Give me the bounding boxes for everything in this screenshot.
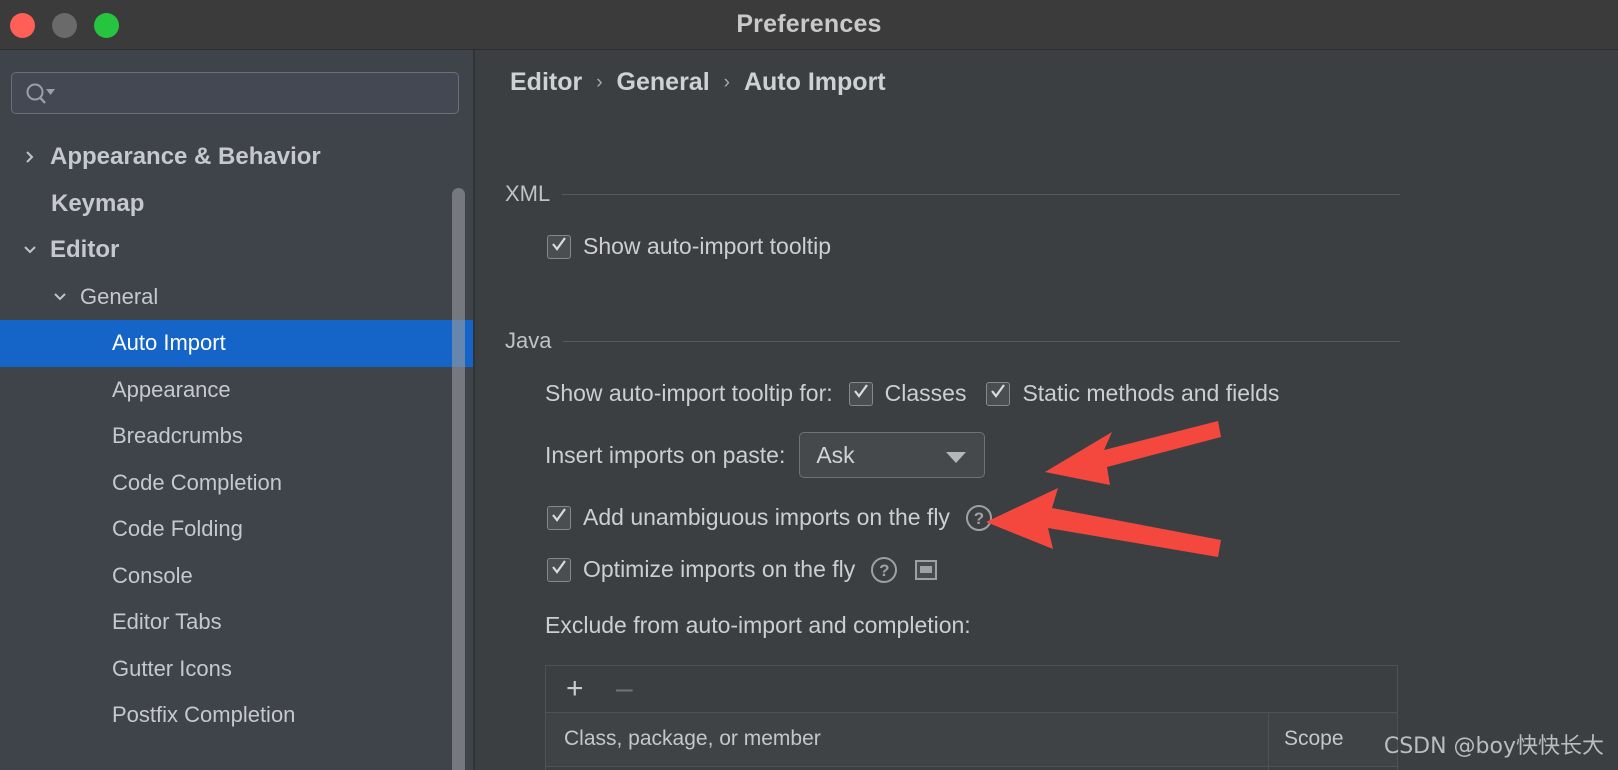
sidebar-scrollbar[interactable] xyxy=(452,188,465,770)
sidebar-item-label: Editor xyxy=(50,236,120,264)
field-label: Insert imports on paste: xyxy=(545,441,786,468)
field-label: Show auto-import tooltip for: xyxy=(545,380,833,406)
sidebar-item-console[interactable]: Console xyxy=(0,553,473,600)
optimize-imports-settings-icon[interactable] xyxy=(915,559,938,580)
exclude-table: + – Class, package, or member Scope xyxy=(545,665,1398,770)
sidebar-item-label: Code Folding xyxy=(112,516,243,542)
row-insert-imports-on-paste: Insert imports on paste: Ask xyxy=(545,432,986,478)
breadcrumb-editor[interactable]: Editor xyxy=(510,68,582,97)
title-bar: Preferences xyxy=(0,0,1618,50)
chevron-down-icon[interactable] xyxy=(22,242,50,258)
sidebar-item-label: Editor Tabs xyxy=(112,609,222,635)
checkbox-label: Optimize imports on the fly xyxy=(583,556,856,582)
chevron-down-icon xyxy=(946,452,967,463)
exclude-list-label: Exclude from auto-import and completion: xyxy=(545,612,971,638)
search-icon xyxy=(24,82,58,106)
sidebar-item-label: Gutter Icons xyxy=(112,655,232,681)
sidebar-item-code-completion[interactable]: Code Completion xyxy=(0,460,473,507)
section-title: Java xyxy=(505,328,552,353)
checkbox-optimize-imports[interactable]: Optimize imports on the fly ? xyxy=(547,556,938,583)
window-title: Preferences xyxy=(736,10,882,38)
sidebar-item-label: Keymap xyxy=(51,189,145,217)
watermark: CSDN @boy快快长大 xyxy=(1383,734,1604,759)
preferences-window: Preferences Appearance & Behavior Keymap… xyxy=(0,0,1618,770)
sidebar-item-keymap[interactable]: Keymap xyxy=(0,181,473,228)
optimize-imports-help-icon[interactable]: ? xyxy=(871,556,898,583)
chevron-right-icon: › xyxy=(723,71,730,93)
sidebar-item-breadcrumbs[interactable]: Breadcrumbs xyxy=(0,413,473,460)
checkbox-label: Add unambiguous imports on the fly xyxy=(583,504,950,530)
add-row-button[interactable]: + xyxy=(566,674,584,704)
breadcrumb-auto-import: Auto Import xyxy=(743,68,886,96)
sidebar-item-auto-import[interactable]: Auto Import xyxy=(0,320,473,367)
exclude-table-toolbar: + – xyxy=(546,666,1397,713)
sidebar-item-label: Appearance & Behavior xyxy=(50,143,321,171)
section-title: XML xyxy=(505,181,551,206)
add-unambiguous-help-icon[interactable]: ? xyxy=(965,504,992,531)
section-divider xyxy=(562,193,1400,195)
row-show-auto-import-tooltip-for: Show auto-import tooltip for: Classes St… xyxy=(545,380,1279,407)
checkbox-add-unambiguous-imports[interactable]: Add unambiguous imports on the fly ? xyxy=(547,504,992,531)
column-header-class-package-member[interactable]: Class, package, or member xyxy=(564,727,821,751)
column-divider[interactable] xyxy=(1268,713,1269,766)
column-header-scope[interactable]: Scope xyxy=(1284,727,1344,751)
settings-detail-panel: Editor › General › Auto Import XML Show … xyxy=(477,50,1618,770)
sidebar-item-code-folding[interactable]: Code Folding xyxy=(0,506,473,553)
checkbox-static-methods-label[interactable]: Static methods and fields xyxy=(1022,380,1279,407)
breadcrumb: Editor › General › Auto Import xyxy=(510,68,886,97)
search-input[interactable] xyxy=(62,73,456,115)
settings-tree: Appearance & Behavior Keymap Editor Gene… xyxy=(0,134,473,739)
section-header-java: Java xyxy=(505,328,1400,354)
checkbox-icon[interactable] xyxy=(547,505,571,530)
sidebar-item-label: Code Completion xyxy=(112,469,282,495)
sidebar-item-label: Console xyxy=(112,562,193,588)
checkbox-classes-label[interactable]: Classes xyxy=(885,380,967,407)
chevron-right-icon[interactable] xyxy=(22,149,50,165)
sidebar-item-general[interactable]: General xyxy=(0,274,473,321)
sidebar-item-label: General xyxy=(80,283,159,309)
checkbox-classes-icon[interactable] xyxy=(848,381,873,406)
sidebar-item-label: Appearance xyxy=(112,376,231,402)
sidebar-item-gutter-icons[interactable]: Gutter Icons xyxy=(0,646,473,693)
exclude-table-header: Class, package, or member Scope xyxy=(546,713,1397,767)
sidebar-item-editor[interactable]: Editor xyxy=(0,227,473,274)
checkbox-icon[interactable] xyxy=(547,234,571,259)
breadcrumb-general[interactable]: General xyxy=(617,68,710,97)
remove-row-button[interactable]: – xyxy=(616,674,633,704)
settings-sidebar: Appearance & Behavior Keymap Editor Gene… xyxy=(0,50,475,770)
chevron-right-icon: › xyxy=(596,71,603,93)
sidebar-item-label: Postfix Completion xyxy=(112,702,296,728)
checkbox-static-methods-icon[interactable] xyxy=(986,381,1011,406)
checkbox-icon[interactable] xyxy=(547,557,571,582)
insert-imports-on-paste-dropdown[interactable]: Ask xyxy=(799,432,986,478)
checkbox-show-auto-import-tooltip[interactable]: Show auto-import tooltip xyxy=(547,233,831,260)
sidebar-item-label: Auto Import xyxy=(112,330,226,356)
sidebar-item-label: Breadcrumbs xyxy=(112,423,243,449)
checkbox-label: Show auto-import tooltip xyxy=(583,233,832,259)
section-divider xyxy=(563,340,1400,342)
sidebar-item-postfix-completion[interactable]: Postfix Completion xyxy=(0,692,473,739)
chevron-down-icon[interactable] xyxy=(52,289,80,305)
sidebar-item-editor-tabs[interactable]: Editor Tabs xyxy=(0,599,473,646)
section-header-xml: XML xyxy=(505,181,1400,207)
sidebar-item-appearance-behavior[interactable]: Appearance & Behavior xyxy=(0,134,473,181)
search-field[interactable] xyxy=(11,72,459,115)
dropdown-value: Ask xyxy=(816,441,855,468)
sidebar-item-appearance[interactable]: Appearance xyxy=(0,367,473,414)
